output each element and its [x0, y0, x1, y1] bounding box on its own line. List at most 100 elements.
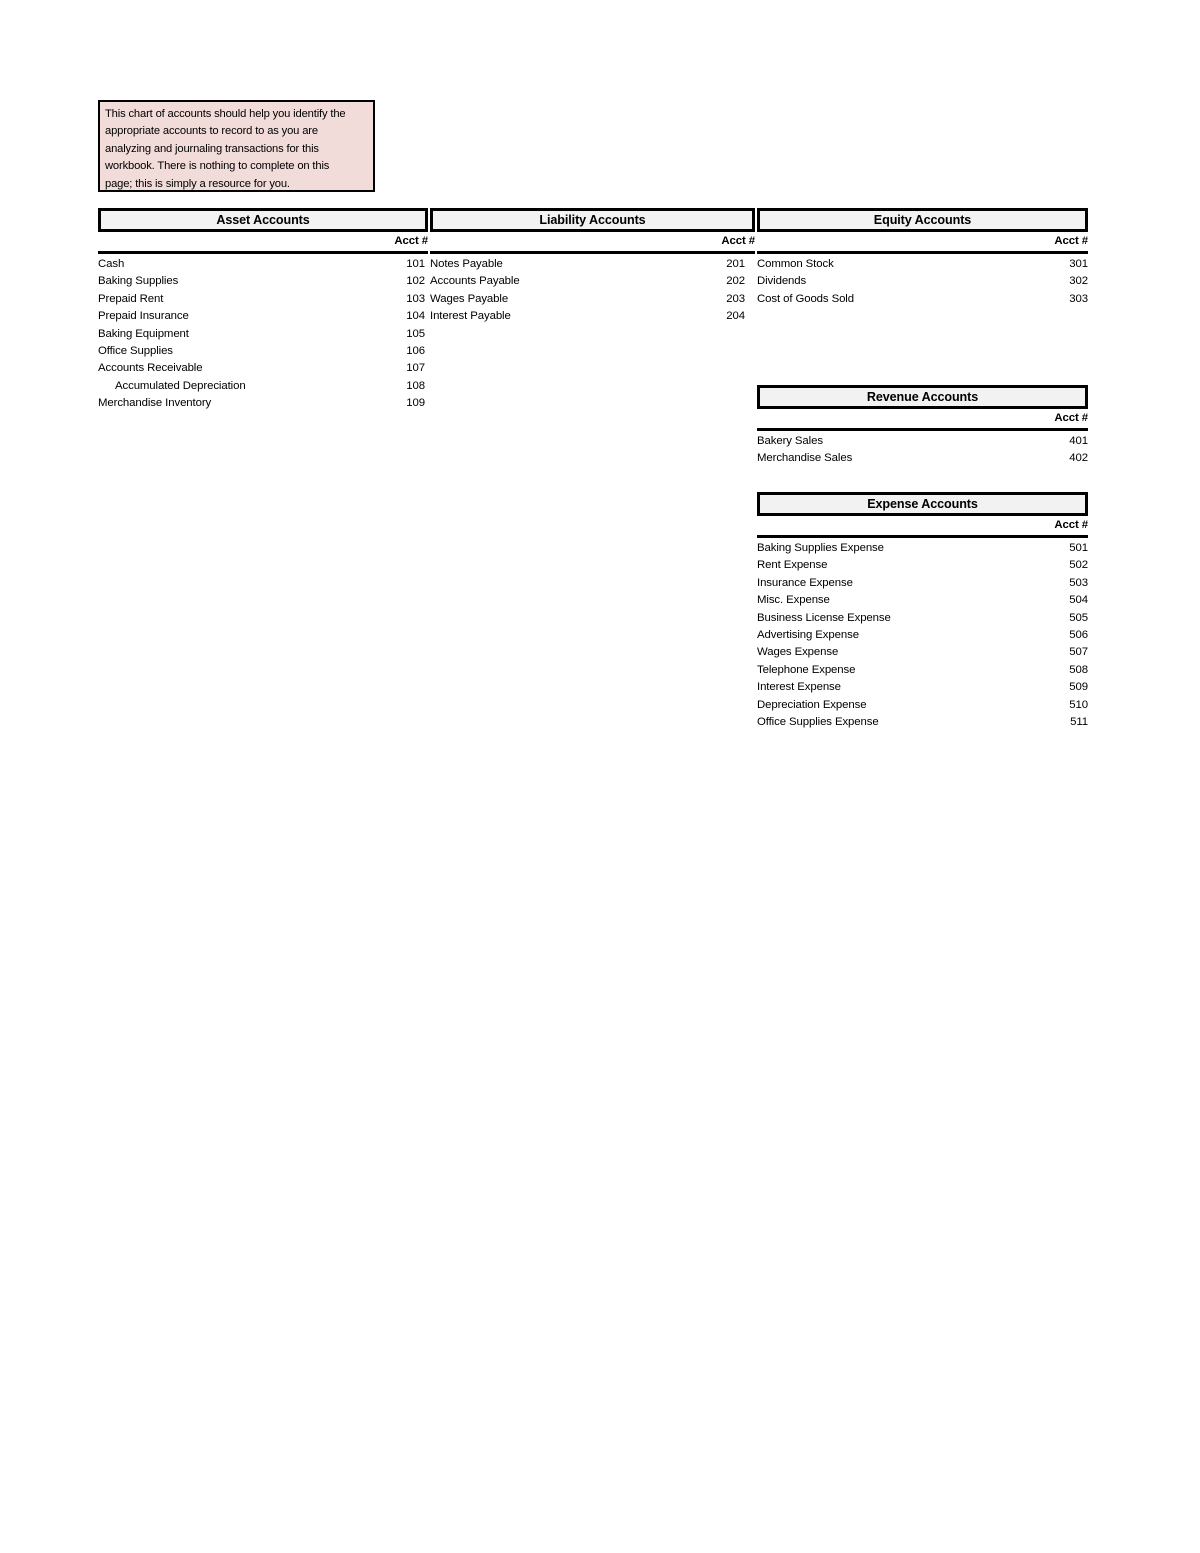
asset-accounts-block: Asset Accounts Acct # Cash 101 Baking Supp…: [98, 208, 428, 415]
account-number: 401: [1069, 435, 1088, 447]
account-name: Prepaid Insurance: [98, 310, 189, 323]
account-row: Insurance Expense 503: [757, 577, 1088, 594]
revenue-accounts-title: Revenue Accounts: [757, 385, 1088, 409]
account-number: 101: [406, 258, 425, 270]
account-number: 109: [406, 397, 425, 410]
account-row: Bakery Sales 401: [757, 435, 1088, 452]
account-name: Wages Expense: [757, 646, 839, 659]
account-number: 106: [406, 344, 425, 357]
account-name: Bakery Sales: [757, 435, 823, 447]
account-number: 507: [1069, 646, 1088, 659]
account-name: Prepaid Rent: [98, 292, 164, 305]
account-number: 105: [406, 327, 425, 340]
account-name: Accumulated Depreciation: [115, 379, 246, 392]
acct-number-label: Acct #: [721, 235, 755, 247]
account-row: Interest Expense 509: [757, 681, 1088, 698]
account-row: Notes Payable 201: [430, 258, 755, 275]
account-row: Advertising Expense 506: [757, 629, 1088, 646]
acct-number-label: Acct #: [394, 235, 428, 247]
account-row: Merchandise Sales 402: [757, 452, 1088, 469]
account-number: 402: [1069, 452, 1088, 465]
note-line: analyzing and journaling transactions fo…: [105, 142, 319, 155]
account-number: 503: [1069, 576, 1088, 589]
note-line: workbook. There is nothing to complete o…: [105, 160, 330, 173]
account-name: Baking Supplies: [98, 275, 179, 288]
account-number: 508: [1069, 663, 1088, 676]
asset-acct-number-header: Acct #: [98, 232, 428, 251]
revenue-accounts-rows: Bakery Sales 401 Merchandise Sales 402: [757, 431, 1088, 470]
account-number: 202: [726, 275, 745, 288]
note-line: page; this is simply a resource for you.: [105, 177, 290, 190]
account-name: Notes Payable: [430, 258, 503, 270]
account-number: 108: [406, 379, 425, 392]
account-name: Baking Equipment: [98, 327, 189, 340]
account-name: Office Supplies Expense: [757, 715, 879, 728]
asset-accounts-title: Asset Accounts: [98, 208, 428, 232]
account-row: Accumulated Depreciation 108: [98, 380, 428, 397]
instructions-note-box: This chart of accounts should help you i…: [98, 100, 375, 192]
account-number: 104: [406, 310, 425, 323]
account-number: 303: [1069, 292, 1088, 305]
account-number: 511: [1070, 715, 1088, 728]
account-row: Telephone Expense 508: [757, 664, 1088, 681]
expense-accounts-title: Expense Accounts: [757, 492, 1088, 516]
expense-accounts-rows: Baking Supplies Expense 501 Rent Expense 50…: [757, 538, 1088, 733]
account-name: Merchandise Sales: [757, 452, 853, 465]
account-row: Wages Expense 507: [757, 646, 1088, 663]
account-name: Baking Supplies Expense: [757, 542, 884, 554]
account-name: Cost of Goods Sold: [757, 292, 854, 305]
account-row: Prepaid Insurance 104: [98, 310, 428, 327]
account-name: Depreciation Expense: [757, 698, 867, 711]
account-row: Common Stock 301: [757, 258, 1088, 275]
equity-acct-number-header: Acct #: [757, 232, 1088, 251]
account-name: Telephone Expense: [757, 663, 856, 676]
account-name: Insurance Expense: [757, 576, 853, 589]
revenue-accounts-block: Revenue Accounts Acct # Bakery Sales 401 M…: [757, 385, 1088, 470]
expense-accounts-block: Expense Accounts Acct # Baking Supplies …: [757, 492, 1088, 733]
account-number: 301: [1069, 258, 1088, 270]
account-name: Office Supplies: [98, 344, 173, 357]
revenue-acct-number-header: Acct #: [757, 409, 1088, 428]
account-row: Misc. Expense 504: [757, 594, 1088, 611]
equity-accounts-block: Equity Accounts Acct # Common Stock 301 Di…: [757, 208, 1088, 310]
account-row: Wages Payable 203: [430, 293, 755, 310]
account-row: Depreciation Expense 510: [757, 699, 1088, 716]
account-number: 204: [726, 310, 745, 323]
liability-accounts-title: Liability Accounts: [430, 208, 755, 232]
account-name: Misc. Expense: [757, 594, 830, 607]
account-name: Accounts Payable: [430, 275, 520, 288]
account-row: Cash 101: [98, 258, 428, 275]
account-name: Rent Expense: [757, 559, 828, 572]
expense-acct-number-header: Acct #: [757, 516, 1088, 535]
account-row: Accounts Payable 202: [430, 275, 755, 292]
acct-number-label: Acct #: [1054, 412, 1088, 424]
account-name: Interest Expense: [757, 681, 841, 694]
account-row: Prepaid Rent 103: [98, 293, 428, 310]
account-row: Office Supplies 106: [98, 345, 428, 362]
account-number: 504: [1069, 594, 1088, 607]
account-name: Dividends: [757, 275, 807, 288]
account-row: Baking Equipment 105: [98, 328, 428, 345]
account-number: 510: [1069, 698, 1088, 711]
liability-accounts-block: Liability Accounts Acct # Notes Payable 2…: [430, 208, 755, 328]
account-number: 502: [1069, 559, 1088, 572]
account-row: Rent Expense 502: [757, 559, 1088, 576]
account-number: 201: [726, 258, 745, 270]
account-name: Interest Payable: [430, 310, 511, 323]
account-row: Office Supplies Expense 511: [757, 716, 1088, 733]
acct-number-label: Acct #: [1054, 235, 1088, 247]
account-number: 102: [406, 275, 425, 288]
account-number: 302: [1069, 275, 1088, 288]
note-line: appropriate accounts to record to as you…: [105, 125, 318, 138]
equity-accounts-rows: Common Stock 301 Dividends 302 Cost of Goods…: [757, 254, 1088, 310]
account-row: Accounts Receivable 107: [98, 362, 428, 379]
account-row: Dividends 302: [757, 275, 1088, 292]
account-number: 501: [1069, 542, 1088, 554]
account-row: Merchandise Inventory 109: [98, 397, 428, 414]
note-line: This chart of accounts should help you i…: [105, 108, 346, 120]
account-row: Baking Supplies Expense 501: [757, 542, 1088, 559]
account-row: Cost of Goods Sold 303: [757, 293, 1088, 310]
acct-number-label: Acct #: [1054, 519, 1088, 531]
account-row: Business License Expense 505: [757, 612, 1088, 629]
account-name: Accounts Receivable: [98, 362, 203, 375]
